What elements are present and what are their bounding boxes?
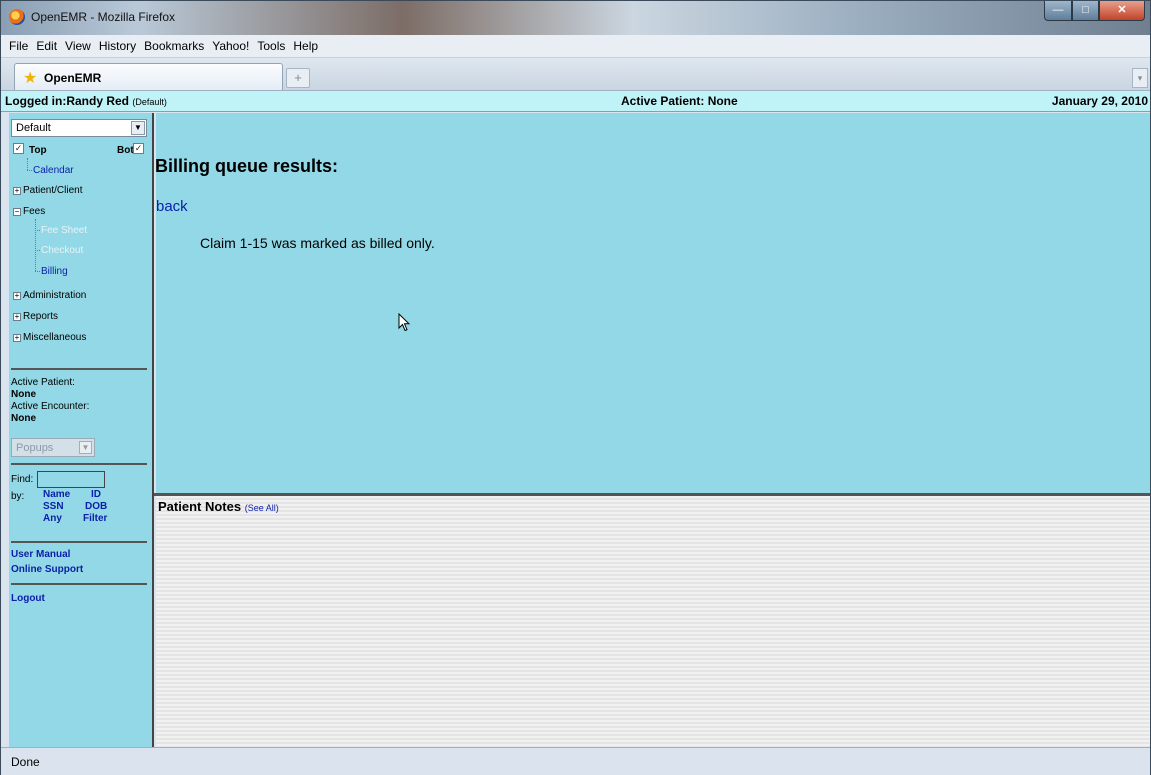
menu-yahoo[interactable]: Yahoo!: [208, 35, 253, 53]
menu-file[interactable]: File: [5, 35, 32, 53]
layout-select-value: Default: [16, 122, 51, 134]
logged-in-label: Logged in:Randy Red (Default): [5, 94, 167, 108]
patient-notes-title: Patient Notes (See All): [158, 499, 279, 514]
patient-notes-label: Patient Notes: [158, 499, 242, 514]
menu-bookmarks[interactable]: Bookmarks: [140, 35, 208, 53]
tree-line: [35, 250, 40, 251]
active-patient-label: Active Patient:: [11, 377, 75, 388]
left-nav: Default ▼ ✓ Top Bot ✓ Calendar + Patient…: [9, 113, 154, 747]
menu-help[interactable]: Help: [289, 35, 322, 53]
chevron-down-icon: ▼: [131, 121, 145, 135]
expand-icon[interactable]: +: [13, 292, 21, 300]
tab-list-button[interactable]: ▾: [1132, 68, 1148, 88]
patient-notes-panel: Patient Notes (See All): [156, 496, 1150, 747]
active-encounter-label: Active Encounter:: [11, 401, 90, 412]
nav-miscellaneous[interactable]: Miscellaneous: [23, 332, 86, 343]
status-text: Done: [11, 755, 40, 769]
bot-label: Bot: [117, 145, 134, 156]
menu-history[interactable]: History: [95, 35, 140, 53]
find-by-any[interactable]: Any: [43, 513, 62, 524]
tree-line: [27, 170, 32, 171]
new-tab-button[interactable]: +: [286, 68, 310, 88]
expand-icon[interactable]: +: [13, 334, 21, 342]
star-icon: ★: [23, 70, 38, 87]
divider: [11, 368, 147, 370]
tab-openemr[interactable]: ★ OpenEMR: [14, 63, 283, 90]
nav-fee-sheet: Fee Sheet: [41, 225, 88, 236]
menu-bar: File Edit View History Bookmarks Yahoo! Tools H…: [1, 35, 1150, 58]
find-label: Find:: [11, 474, 34, 485]
tree-line: [35, 271, 40, 272]
divider: [11, 463, 147, 465]
tree-line: [35, 230, 40, 231]
menu-edit[interactable]: Edit: [32, 35, 61, 53]
active-patient-value: None: [11, 389, 36, 400]
online-support-link[interactable]: Online Support: [11, 564, 83, 575]
nav-administration[interactable]: Administration: [23, 290, 86, 301]
popups-value: Popups: [16, 442, 54, 454]
status-bar: Done: [1, 747, 1150, 775]
top-label: Top: [29, 145, 47, 156]
find-filter[interactable]: Filter: [83, 513, 107, 524]
tab-bar: ★ OpenEMR + ▾: [1, 58, 1150, 91]
window-title: OpenEMR - Mozilla Firefox: [31, 10, 176, 24]
login-mode: (Default): [132, 97, 167, 107]
logged-in-user: Logged in:Randy Red: [5, 94, 129, 108]
nav-reports[interactable]: Reports: [23, 311, 58, 322]
menu-view[interactable]: View: [61, 35, 95, 53]
mouse-cursor-icon: [398, 313, 411, 332]
chevron-down-icon: ▼: [79, 441, 92, 454]
result-message: Claim 1-15 was marked as billed only.: [200, 235, 435, 251]
header-date: January 29, 2010: [1051, 94, 1148, 108]
nav-fees[interactable]: Fees: [23, 206, 45, 217]
title-bar: OpenEMR - Mozilla Firefox — □ ✕: [1, 1, 1150, 35]
top-checkbox[interactable]: ✓: [13, 143, 24, 154]
find-input[interactable]: [37, 471, 105, 488]
expand-icon[interactable]: +: [13, 187, 21, 195]
close-button[interactable]: ✕: [1099, 1, 1145, 21]
app-header: Logged in:Randy Red (Default) Active Pat…: [1, 91, 1150, 112]
bot-checkbox[interactable]: ✓: [133, 143, 144, 154]
nav-patient-client[interactable]: Patient/Client: [23, 185, 82, 196]
menu-tools[interactable]: Tools: [253, 35, 289, 53]
user-manual-link[interactable]: User Manual: [11, 549, 70, 560]
logout-link[interactable]: Logout: [11, 593, 45, 604]
nav-billing[interactable]: Billing: [41, 266, 68, 277]
active-patient-header: Active Patient: None: [621, 94, 738, 108]
firefox-icon: [9, 9, 25, 25]
back-link[interactable]: back: [156, 198, 188, 215]
page-title: Billing queue results:: [155, 156, 339, 176]
find-by-id[interactable]: ID: [91, 489, 101, 500]
expand-icon[interactable]: +: [13, 313, 21, 321]
divider: [11, 541, 147, 543]
tree-line: [27, 158, 28, 170]
collapse-icon[interactable]: −: [13, 208, 21, 216]
popups-select[interactable]: Popups ▼: [11, 438, 95, 457]
active-encounter-value: None: [11, 413, 36, 424]
find-by-dob[interactable]: DOB: [85, 501, 107, 512]
tab-label: OpenEMR: [44, 71, 102, 85]
minimize-button[interactable]: —: [1044, 1, 1072, 21]
layout-select[interactable]: Default ▼: [11, 119, 147, 137]
main-content: Billing queue results: back Claim 1-15 w…: [155, 113, 1150, 493]
browser-window: OpenEMR - Mozilla Firefox — □ ✕ File Edit…: [0, 0, 1151, 775]
divider: [11, 583, 147, 585]
nav-calendar[interactable]: Calendar: [33, 165, 74, 176]
find-by-name[interactable]: Name: [43, 489, 70, 500]
tree-line: [35, 219, 36, 271]
see-all-link[interactable]: (See All): [245, 503, 279, 513]
maximize-button[interactable]: □: [1072, 1, 1099, 21]
find-by-ssn[interactable]: SSN: [43, 501, 64, 512]
by-label: by:: [11, 491, 25, 502]
nav-checkout: Checkout: [41, 245, 84, 256]
